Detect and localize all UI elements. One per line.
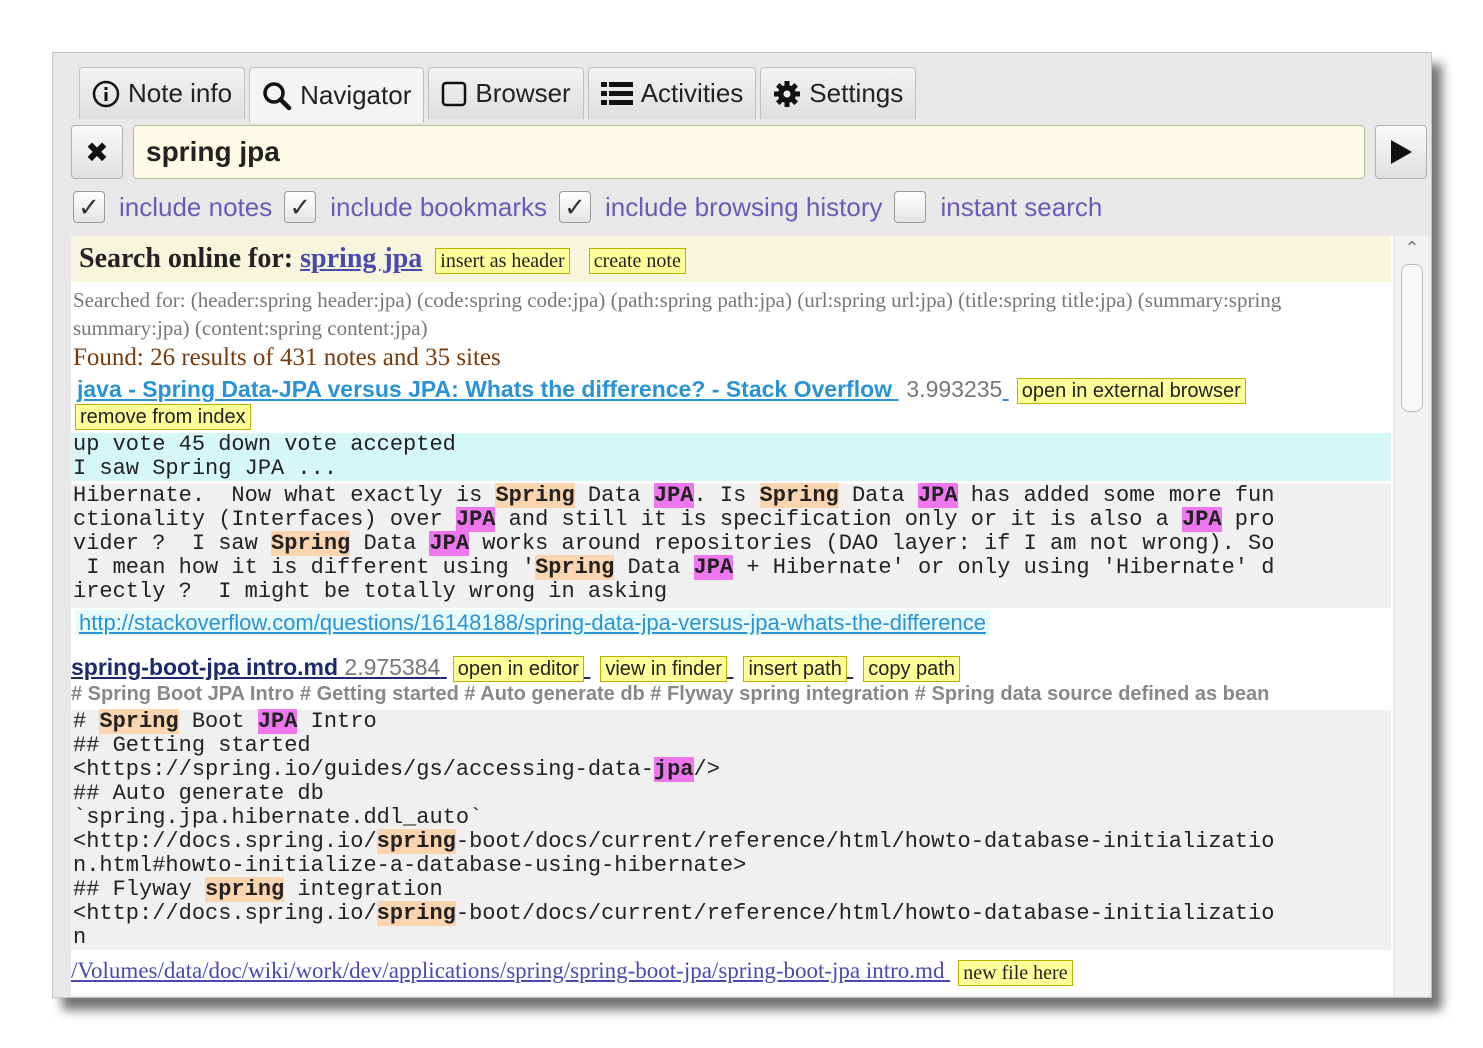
searched-for-text: Searched for: (header:spring header:jpa)… — [73, 288, 1282, 340]
result-snippet-accepted: up vote 45 down vote accepted I saw Spri… — [71, 433, 1391, 481]
search-input[interactable] — [133, 125, 1365, 179]
include-history-checkbox[interactable]: ✓ — [559, 191, 592, 223]
gear-icon — [774, 80, 801, 107]
result-snippet-body: # Spring Boot JPA Intro ## Getting start… — [71, 709, 1391, 950]
result-url-link[interactable]: http://stackoverflow.com/questions/16148… — [75, 610, 990, 636]
include-notes-label[interactable]: include notes — [119, 192, 272, 223]
vertical-scrollbar[interactable]: ⌃ — [1395, 236, 1429, 996]
create-note-button[interactable]: create note — [588, 247, 686, 274]
tab-note-info[interactable]: Note info — [79, 67, 246, 119]
found-count: Found: 26 results of 431 notes and 35 si… — [73, 344, 501, 371]
instant-search-checkbox[interactable] — [894, 191, 927, 223]
check-icon: ✓ — [289, 191, 312, 222]
close-icon: ✖ — [85, 136, 109, 168]
search-online-link[interactable]: spring jpa — [300, 243, 422, 274]
include-bookmarks-checkbox[interactable]: ✓ — [284, 191, 317, 223]
result-path-link[interactable]: /Volumes/data/doc/wiki/work/dev/applicat… — [71, 958, 944, 983]
result-snippet-body: Hibernate. Now what exactly is Spring Da… — [71, 483, 1391, 608]
view-in-finder-button[interactable]: view in finder — [600, 655, 728, 682]
result-title-link[interactable]: spring-boot-jpa intro.md — [71, 654, 338, 680]
result-headers: # Spring Boot JPA Intro # Getting starte… — [71, 683, 1270, 705]
scroll-thumb[interactable] — [1401, 264, 1423, 412]
play-icon — [1391, 140, 1412, 164]
open-in-editor-button[interactable]: open in editor — [452, 655, 584, 682]
tab-label: Browser — [475, 78, 571, 108]
instant-search-label[interactable]: instant search — [940, 192, 1102, 223]
include-bookmarks-label[interactable]: include bookmarks — [330, 192, 547, 223]
tab-label: Activities — [640, 78, 744, 108]
tab-activities[interactable]: Activities — [587, 67, 757, 119]
tab-label: Navigator — [300, 80, 412, 110]
list-icon — [600, 81, 633, 105]
run-search-button[interactable] — [1375, 125, 1427, 179]
result-score: 3.993235 — [906, 376, 1003, 402]
square-icon — [442, 81, 467, 106]
scroll-up-icon[interactable]: ⌃ — [1395, 236, 1429, 260]
tab-settings[interactable]: Settings — [760, 67, 917, 119]
copy-path-button[interactable]: copy path — [863, 655, 960, 682]
insert-as-header-button[interactable]: insert as header — [435, 247, 570, 274]
results-pane: Search online for: spring jpa insert as … — [71, 236, 1393, 996]
result-score: 2.975384 — [344, 654, 441, 680]
tab-label: Note info — [128, 78, 233, 108]
tab-bar: Note info Navigator Browser Activities S… — [79, 67, 920, 123]
check-icon: ✓ — [564, 191, 586, 222]
tab-navigator[interactable]: Navigator — [249, 67, 425, 123]
search-icon — [263, 81, 292, 110]
open-external-browser-button[interactable]: open in external browser — [1016, 377, 1246, 404]
search-online-bar: Search online for: spring jpa insert as … — [71, 236, 1391, 282]
remove-from-index-button[interactable]: remove from index — [75, 404, 251, 430]
include-notes-checkbox[interactable]: ✓ — [73, 191, 105, 223]
tab-label: Settings — [809, 78, 904, 108]
search-options: ✓ include notes ✓ include bookmarks ✓ in… — [73, 189, 1114, 225]
tab-browser[interactable]: Browser — [428, 67, 584, 119]
check-icon: ✓ — [78, 191, 100, 222]
app-window: Note info Navigator Browser Activities S… — [52, 52, 1432, 998]
info-icon — [92, 80, 120, 107]
new-file-here-button[interactable]: new file here — [958, 959, 1073, 986]
insert-path-button[interactable]: insert path — [743, 655, 847, 682]
result-title-link[interactable]: java - Spring Data-JPA versus JPA: Whats… — [77, 376, 892, 402]
include-history-label[interactable]: include browsing history — [605, 192, 882, 223]
search-online-label: Search online for: — [79, 243, 294, 274]
clear-search-button[interactable]: ✖ — [71, 125, 123, 179]
